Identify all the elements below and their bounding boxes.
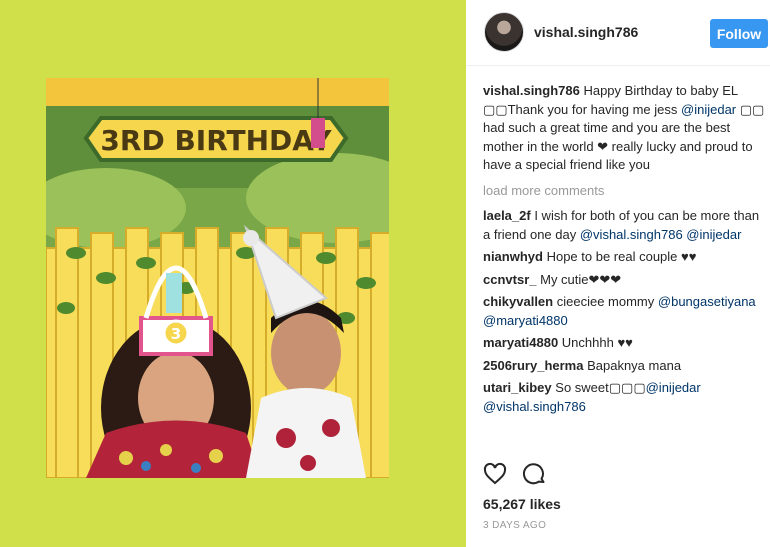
comment-text: Bapaknya mana: [587, 357, 682, 373]
caption: vishal.singh786 Happy Birthday to baby E…: [483, 82, 765, 175]
author-username[interactable]: vishal.singh786: [534, 24, 638, 40]
comment-username[interactable]: 2506rury_herma: [483, 358, 583, 373]
post-side-panel: vishal.singh786 Follow vishal.singh786 H…: [466, 0, 770, 547]
comment-username[interactable]: ccnvtsr_: [483, 272, 536, 287]
comment-text: Hope to be real couple ♥♥: [546, 249, 697, 264]
avatar[interactable]: [484, 12, 524, 52]
comment-text: So sweet▢▢▢: [555, 380, 646, 395]
comment-username[interactable]: utari_kibey: [483, 380, 552, 395]
comment-username[interactable]: maryati4880: [483, 335, 558, 350]
likes-count[interactable]: 65,267 likes: [483, 496, 561, 512]
comment-item: utari_kibey So sweet▢▢▢@inijedar @vishal…: [483, 379, 765, 416]
comment-item: 2506rury_herma Bapaknya mana: [483, 357, 765, 376]
comment-text: cieeciee mommy: [556, 294, 655, 309]
follow-button[interactable]: Follow: [710, 19, 768, 48]
comment-username[interactable]: nianwhyd: [483, 249, 543, 264]
comment-username[interactable]: chikyvallen: [483, 294, 553, 309]
post-header: vishal.singh786 Follow: [466, 0, 770, 66]
caption-text-3: had such a great time and you are the be…: [483, 120, 753, 172]
comment-item: laela_2f I wish for both of you can be m…: [483, 207, 765, 244]
post-actions: [483, 462, 765, 486]
caption-mention[interactable]: @inijedar: [681, 102, 736, 117]
post-media-area: 3RD BIRTHDAY 3: [0, 0, 466, 547]
comment-icon[interactable]: [522, 462, 547, 486]
comments-list: vishal.singh786 Happy Birthday to baby E…: [483, 82, 765, 420]
caption-emoji-2: ▢▢: [739, 101, 765, 117]
post-photo[interactable]: 3RD BIRTHDAY 3: [46, 78, 389, 478]
comment-mentions[interactable]: @vishal.singh786 @inijedar: [580, 227, 742, 242]
load-more-comments-link[interactable]: load more comments: [483, 182, 765, 201]
caption-username[interactable]: vishal.singh786: [483, 83, 580, 98]
comment-username[interactable]: laela_2f: [483, 208, 531, 223]
comment-text: Unchhhh ♥♥: [561, 335, 633, 350]
caption-text-1: Happy Birthday to baby EL: [583, 83, 738, 98]
caption-text-2: Thank you for having me jess: [507, 101, 678, 117]
hat-number: 3: [171, 325, 181, 343]
heart-icon[interactable]: [483, 462, 507, 486]
post-date[interactable]: 3 DAYS AGO: [483, 520, 546, 531]
comment-item: maryati4880 Unchhhh ♥♥: [483, 334, 765, 353]
comment-item: ccnvtsr_ My cutie❤❤❤: [483, 271, 765, 290]
banner-text: 3RD BIRTHDAY: [100, 124, 332, 157]
comment-item: nianwhyd Hope to be real couple ♥♥: [483, 248, 765, 267]
caption-emoji-1: ▢▢: [483, 101, 508, 117]
comment-item: chikyvallen cieeciee mommy @bungasetiyan…: [483, 293, 765, 330]
comment-text: My cutie❤❤❤: [540, 271, 622, 287]
